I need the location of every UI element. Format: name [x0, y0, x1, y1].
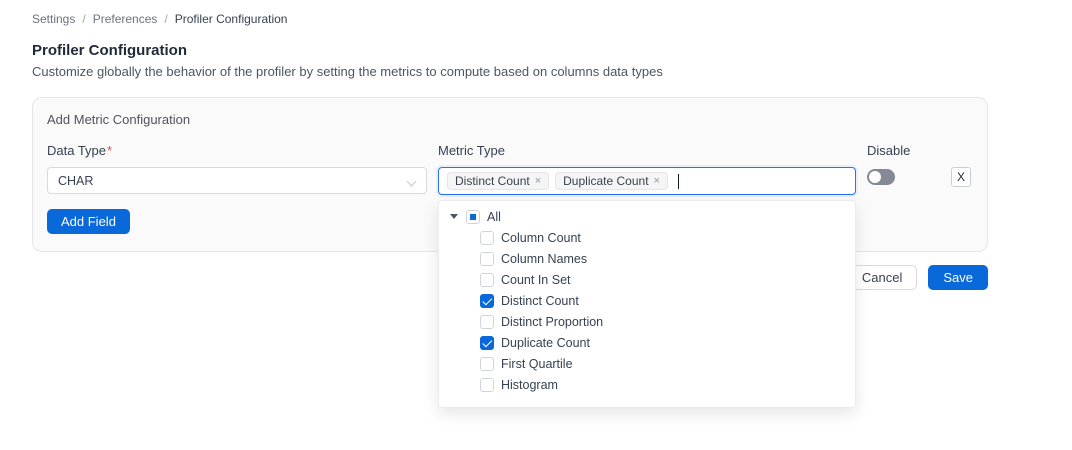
data-type-select[interactable]: CHAR	[47, 167, 427, 194]
tag-remove-icon[interactable]: ×	[535, 176, 541, 187]
option-checkbox[interactable]	[480, 294, 494, 308]
option-label: Histogram	[501, 378, 558, 392]
data-type-value: CHAR	[58, 174, 93, 188]
option-label: First Quartile	[501, 357, 573, 371]
breadcrumb-separator: /	[164, 12, 167, 26]
option-checkbox[interactable]	[480, 231, 494, 245]
tree-item-distinct-count[interactable]: Distinct Count	[439, 290, 855, 311]
breadcrumb-item-preferences[interactable]: Preferences	[93, 12, 158, 26]
metric-configuration-panel: Add Metric Configuration Data Type* CHAR…	[32, 97, 988, 252]
selected-tag-distinct-count: Distinct Count ×	[447, 172, 549, 190]
toggle-knob	[869, 171, 881, 183]
panel-title: Add Metric Configuration	[47, 112, 973, 127]
disable-label: Disable	[867, 143, 973, 158]
breadcrumb-separator: /	[82, 12, 85, 26]
option-label: Count In Set	[501, 273, 571, 287]
option-label: Column Names	[501, 252, 587, 266]
metric-type-column: Metric Type Distinct Count × Duplicate C…	[438, 143, 856, 195]
tag-remove-icon[interactable]: ×	[654, 176, 660, 187]
tag-label: Duplicate Count	[563, 174, 648, 188]
option-checkbox[interactable]	[480, 378, 494, 392]
page-title: Profiler Configuration	[32, 42, 1040, 59]
disable-row: X	[867, 167, 971, 187]
tree-item-count-in-set[interactable]: Count In Set	[439, 269, 855, 290]
option-checkbox[interactable]	[480, 357, 494, 371]
tree-item-all[interactable]: All	[439, 206, 855, 227]
breadcrumb-item-settings[interactable]: Settings	[32, 12, 75, 26]
option-label: Distinct Proportion	[501, 315, 603, 329]
page-subtitle: Customize globally the behavior of the p…	[32, 64, 1040, 79]
metric-type-multiselect[interactable]: Distinct Count × Duplicate Count ×	[438, 167, 856, 195]
tree-item-column-names[interactable]: Column Names	[439, 248, 855, 269]
tree-item-column-count[interactable]: Column Count	[439, 227, 855, 248]
save-button[interactable]: Save	[928, 265, 988, 290]
data-type-column: Data Type* CHAR Add Field	[47, 143, 427, 234]
data-type-label: Data Type*	[47, 143, 427, 158]
breadcrumb-item-profiler-configuration: Profiler Configuration	[175, 12, 288, 26]
breadcrumb: Settings / Preferences / Profiler Config…	[32, 12, 1040, 26]
option-checkbox[interactable]	[480, 336, 494, 350]
disable-column: Disable X	[867, 143, 973, 187]
metric-type-dropdown: All Column Count Column Names Count In S…	[438, 200, 856, 408]
add-field-button[interactable]: Add Field	[47, 209, 130, 234]
page: Settings / Preferences / Profiler Config…	[0, 0, 1072, 290]
tag-label: Distinct Count	[455, 174, 530, 188]
disable-toggle[interactable]	[867, 169, 895, 185]
option-label: Duplicate Count	[501, 336, 590, 350]
cancel-button[interactable]: Cancel	[847, 265, 917, 290]
tree-item-duplicate-count[interactable]: Duplicate Count	[439, 332, 855, 353]
option-checkbox[interactable]	[480, 252, 494, 266]
metric-configuration-row: Data Type* CHAR Add Field Metric Type Di…	[47, 143, 973, 234]
tree-item-histogram[interactable]: Histogram	[439, 374, 855, 395]
option-label: All	[487, 210, 501, 224]
text-cursor	[678, 174, 680, 189]
option-checkbox[interactable]	[480, 315, 494, 329]
option-label: Column Count	[501, 231, 581, 245]
required-asterisk: *	[107, 143, 112, 158]
caret-down-icon[interactable]	[450, 212, 459, 221]
option-label: Distinct Count	[501, 294, 579, 308]
chevron-down-icon	[408, 177, 416, 185]
metric-type-label: Metric Type	[438, 143, 856, 158]
tree-item-first-quartile[interactable]: First Quartile	[439, 353, 855, 374]
remove-row-button[interactable]: X	[951, 167, 971, 187]
tree-item-distinct-proportion[interactable]: Distinct Proportion	[439, 311, 855, 332]
option-checkbox[interactable]	[480, 273, 494, 287]
data-type-label-text: Data Type	[47, 143, 106, 158]
selected-tag-duplicate-count: Duplicate Count ×	[555, 172, 668, 190]
all-checkbox[interactable]	[466, 210, 480, 224]
